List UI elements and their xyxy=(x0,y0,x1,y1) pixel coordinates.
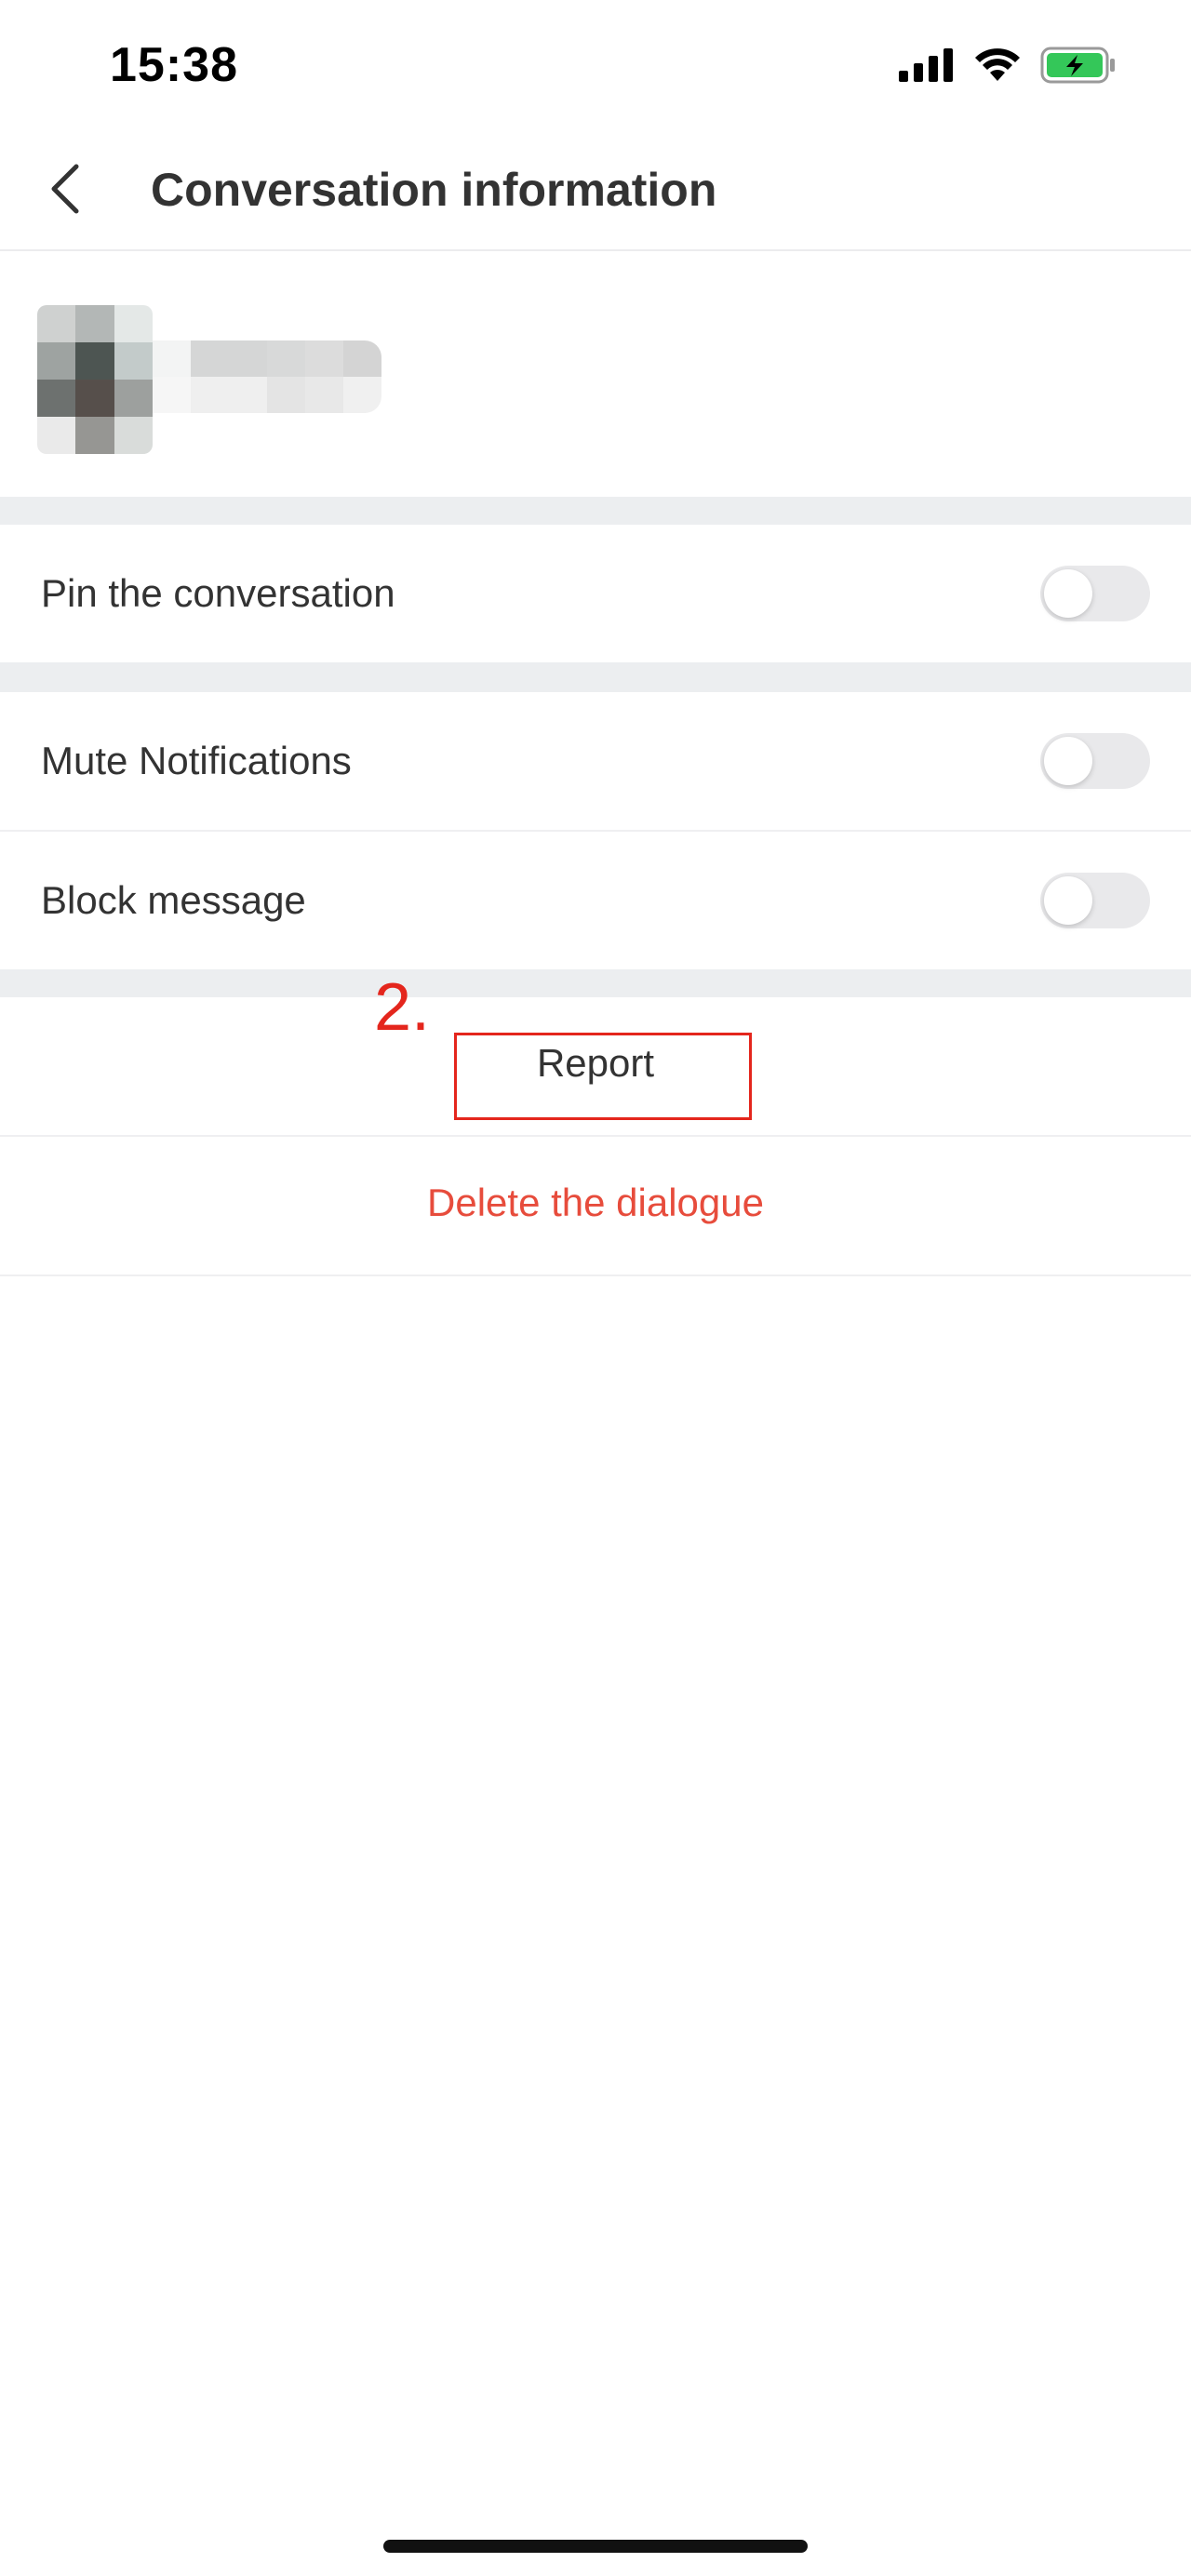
mute-notifications-toggle[interactable] xyxy=(1040,733,1150,789)
status-icons xyxy=(899,47,1117,88)
delete-dialogue-button[interactable]: Delete the dialogue xyxy=(0,1180,1191,1226)
mute-notifications-row: Mute Notifications xyxy=(0,692,1191,830)
toggle-knob xyxy=(1044,876,1092,925)
pin-conversation-toggle[interactable] xyxy=(1040,566,1150,621)
back-button[interactable] xyxy=(28,153,102,228)
nav-bar: Conversation information xyxy=(0,130,1191,251)
block-message-toggle[interactable] xyxy=(1040,873,1150,928)
status-bar: 15:38 xyxy=(0,0,1191,130)
annotation-highlight-box xyxy=(454,1033,752,1120)
section-separator xyxy=(0,969,1191,997)
section-separator xyxy=(0,497,1191,525)
pin-conversation-label: Pin the conversation xyxy=(41,571,395,615)
row-divider xyxy=(0,1275,1191,1276)
battery-charging-icon xyxy=(1040,47,1117,88)
delete-dialogue-row[interactable]: Delete the dialogue xyxy=(0,1137,1191,1275)
avatar[interactable] xyxy=(37,305,153,454)
section-separator xyxy=(0,662,1191,692)
page-title: Conversation information xyxy=(151,164,717,216)
block-message-row: Block message xyxy=(0,832,1191,969)
contact-name-pixelated xyxy=(153,340,381,413)
status-time: 15:38 xyxy=(110,38,238,92)
home-indicator[interactable] xyxy=(383,2540,808,2553)
contact-profile[interactable] xyxy=(0,253,1191,497)
chevron-left-icon xyxy=(45,161,86,221)
wifi-icon xyxy=(973,47,1022,87)
toggle-knob xyxy=(1044,569,1092,618)
annotation-step-number: 2. xyxy=(374,970,431,1045)
cellular-signal-icon xyxy=(899,48,955,87)
mute-notifications-label: Mute Notifications xyxy=(41,739,352,782)
pin-conversation-row: Pin the conversation xyxy=(0,525,1191,662)
block-message-label: Block message xyxy=(41,878,306,922)
toggle-knob xyxy=(1044,737,1092,785)
